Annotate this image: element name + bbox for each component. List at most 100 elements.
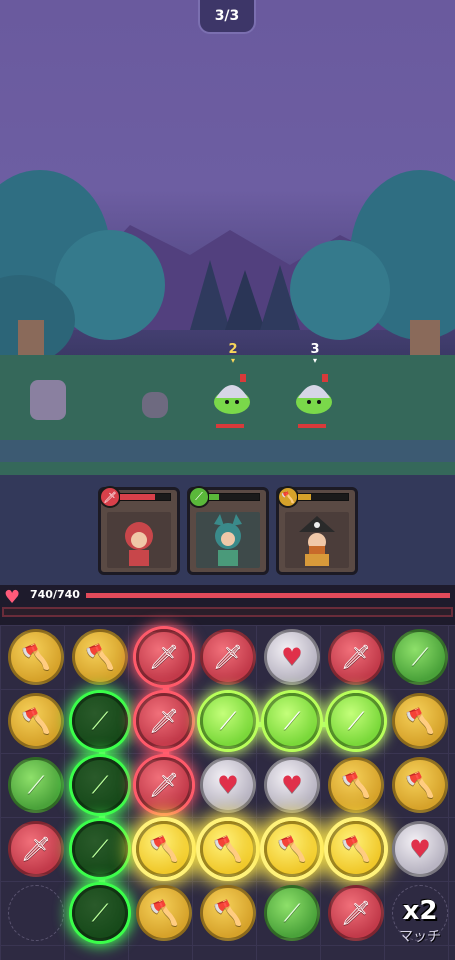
heart-icon: ♥	[281, 643, 303, 671]
tile-axe[interactable]: 🪓	[200, 885, 256, 941]
tile-spear[interactable]: ⟋	[72, 693, 128, 749]
enemy-1-hp-bar	[216, 424, 244, 428]
axe-icon: 🪓	[85, 643, 115, 671]
spear-icon: ⟋	[347, 707, 365, 735]
tile-sword[interactable]: 🗡	[136, 629, 192, 685]
tile-spear[interactable]: ⟋	[72, 885, 128, 941]
hero-card-axe[interactable]: 🪓	[276, 486, 358, 575]
spear-icon: ⟋	[91, 771, 109, 799]
tile-spear[interactable]: ⟋	[328, 693, 384, 749]
enemy-2-turn-counter: 3	[292, 342, 338, 365]
axe-icon: 🪓	[405, 707, 435, 735]
combo-multiplier: x2	[402, 896, 438, 926]
axe-icon: 🪓	[149, 835, 179, 863]
hero-portrait-pirate	[285, 512, 349, 568]
tile-axe[interactable]: 🪓	[136, 821, 192, 877]
hero-skill-gauge: 🗡	[99, 486, 177, 510]
tile-axe[interactable]: 🪓	[8, 693, 64, 749]
axe-icon: 🪓	[277, 835, 307, 863]
tile-axe[interactable]: 🪓	[264, 821, 320, 877]
tile-spear[interactable]: ⟋	[72, 821, 128, 877]
hero-card-sword[interactable]: 🗡	[98, 486, 180, 575]
spear-icon: ⟋	[411, 643, 429, 671]
enemy-1-turn-counter: 2	[210, 342, 256, 365]
tile-axe[interactable]: 🪓	[200, 821, 256, 877]
sword-icon: 🗡	[148, 707, 180, 735]
helmet-slime-sprite	[214, 374, 250, 414]
axe-icon: 🪓	[405, 771, 435, 799]
spear-icon: ⟋	[188, 486, 210, 508]
spear-icon: ⟋	[91, 707, 109, 735]
hero-card-spear[interactable]: ⟋	[187, 486, 269, 575]
spear-icon: ⟋	[27, 771, 45, 799]
tile-heart[interactable]: ♥	[264, 629, 320, 685]
enemy-slime-1[interactable]: 2	[210, 342, 256, 428]
spear-icon: ⟋	[219, 707, 237, 735]
player-hp-panel: ♥ 740/740	[0, 585, 455, 625]
heart-icon: ♥	[4, 587, 21, 608]
sword-icon: 🗡	[148, 771, 180, 799]
spear-icon: ⟋	[91, 899, 109, 927]
skill-gauge-bar	[208, 493, 260, 501]
tile-axe[interactable]: 🪓	[136, 885, 192, 941]
axe-icon: 🪓	[213, 835, 243, 863]
hero-portrait-red-hood	[107, 512, 171, 568]
axe-icon: 🪓	[149, 899, 179, 927]
sword-icon: 🗡	[212, 643, 244, 671]
tile-spear[interactable]: ⟋	[392, 629, 448, 685]
tile-axe[interactable]: 🪓	[328, 821, 384, 877]
axe-icon: 🪓	[21, 643, 51, 671]
sword-icon: 🗡	[340, 643, 372, 671]
player-hp-text: 740/740	[30, 588, 80, 601]
player-hp-bar	[86, 593, 450, 598]
hero-party-bar: 🗡 ⟋ 🪓	[0, 475, 455, 585]
skill-gauge-bar	[119, 493, 171, 501]
skill-gauge-bar	[297, 493, 349, 501]
tile-axe[interactable]: 🪓	[72, 629, 128, 685]
player-shield-bar	[2, 607, 453, 617]
combo-indicator: x2 マッチ	[399, 896, 441, 946]
combo-label: マッチ	[399, 929, 441, 945]
tile-heart[interactable]: ♥	[264, 757, 320, 813]
sword-icon: 🗡	[148, 643, 180, 671]
axe-icon: 🪓	[21, 707, 51, 735]
enemy-slime-2[interactable]: 3	[292, 342, 338, 428]
helmet-slime-sprite	[296, 374, 332, 414]
tile-sword[interactable]: 🗡	[200, 629, 256, 685]
tile-spear[interactable]: ⟋	[264, 693, 320, 749]
tile-sword[interactable]: 🗡	[328, 629, 384, 685]
tile-spear[interactable]: ⟋	[200, 693, 256, 749]
puzzle-board[interactable]: 🪓 🪓 🗡 🗡 ♥ 🗡 ⟋ 🪓 ⟋ 🗡 ⟋ ⟋ ⟋ 🪓 ⟋ ⟋ 🗡 ♥ ♥ 🪓 🪓 🗡 ⟋ 🪓 🪓 🪓 🪓 ♥ ⟋ 🪓 🪓 ⟋ 🗡 x2 マッチ	[0, 625, 455, 960]
tile-heart[interactable]: ♥	[200, 757, 256, 813]
axe-icon: 🪓	[341, 771, 371, 799]
axe-icon: 🪓	[341, 835, 371, 863]
sword-icon: 🗡	[340, 899, 372, 927]
heart-icon: ♥	[281, 771, 303, 799]
wave-counter-text: 3/3	[214, 8, 240, 24]
spear-icon: ⟋	[283, 899, 301, 927]
axe-icon: 🪓	[277, 486, 299, 508]
tile-axe[interactable]: 🪓	[8, 629, 64, 685]
tile-axe[interactable]: 🪓	[328, 757, 384, 813]
tile-spear[interactable]: ⟋	[8, 757, 64, 813]
hero-skill-gauge: ⟋	[188, 486, 266, 510]
tile-sword[interactable]: 🗡	[328, 885, 384, 941]
tile-spear[interactable]: ⟋	[72, 757, 128, 813]
tile-axe[interactable]: 🪓	[392, 757, 448, 813]
tile-heart[interactable]: ♥	[392, 821, 448, 877]
tile-sword[interactable]: 🗡	[8, 821, 64, 877]
wave-counter: 3/3	[198, 0, 256, 34]
hero-portrait-cat-archer	[196, 512, 260, 568]
tile-empty[interactable]	[8, 885, 64, 941]
tile-spear[interactable]: ⟋	[264, 885, 320, 941]
heart-icon: ♥	[217, 771, 239, 799]
sword-icon: 🗡	[20, 835, 52, 863]
battle-scene: 3/3 2 3	[0, 0, 455, 475]
axe-icon: 🪓	[213, 899, 243, 927]
sword-icon: 🗡	[99, 486, 121, 508]
enemy-2-hp-bar	[298, 424, 326, 428]
heart-icon: ♥	[409, 835, 431, 863]
tile-sword[interactable]: 🗡	[136, 757, 192, 813]
tile-axe[interactable]: 🪓	[392, 693, 448, 749]
tile-sword[interactable]: 🗡	[136, 693, 192, 749]
